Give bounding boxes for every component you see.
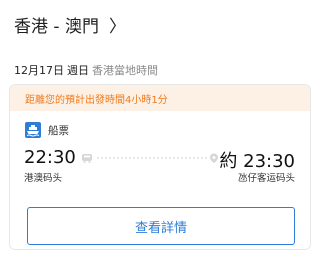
trip-card: 距離您的預計出發時間4小時1分 船票 22:30 約 23:30 港澳码头 氹仔… [9,84,311,250]
transport-type-label: 船票 [48,124,69,137]
date: 12月17日 [14,64,64,77]
departure-port: 港澳码头 [24,173,63,184]
route-title: 香港 - 澳門 [14,17,99,37]
countdown-text: 距離您的預計出發時間4小時1分 [25,94,168,106]
arrival-port: 氹仔客运码头 [237,173,295,184]
view-details-button[interactable]: 查看詳情 [27,207,295,245]
route-line [82,153,218,163]
chevron-right-icon: 〉 [108,17,126,37]
transport-type-row: 船票 [25,122,69,138]
countdown-banner: 距離您的預計出發時間4小時1分 [10,85,310,111]
route-header[interactable]: 香港 - 澳門 〉 [14,12,126,37]
date-line: 12月17日 週日 香港當地時間 [14,62,158,78]
weekday: 週日 [67,64,89,77]
departure-time: 22:30 [24,147,76,168]
train-icon [82,154,92,163]
location-pin-icon [210,153,218,163]
timezone-note: 香港當地時間 [92,64,158,77]
ferry-icon [25,122,41,138]
